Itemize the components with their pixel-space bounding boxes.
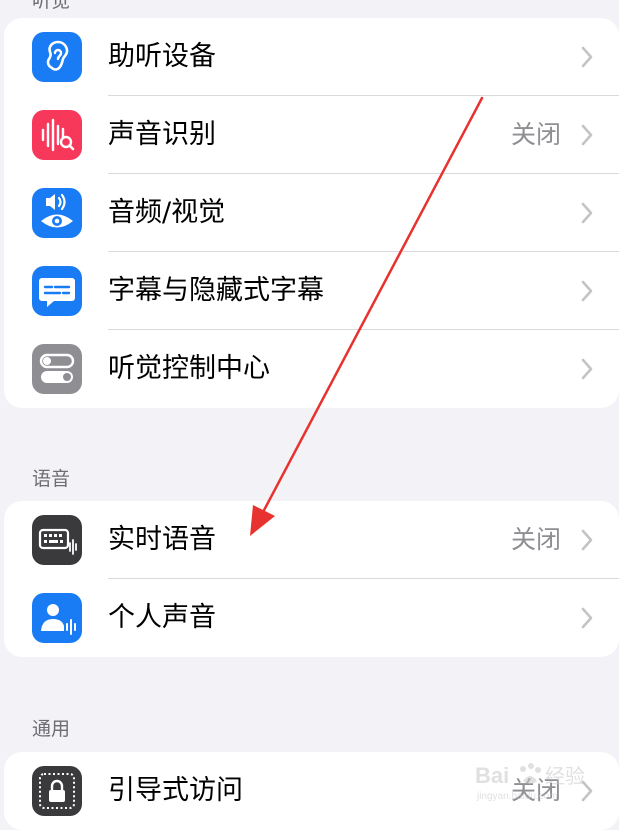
speech-group: 实时语音 关闭 个人声音: [4, 501, 619, 657]
row-label: 引导式访问: [108, 775, 243, 806]
chevron-right-icon: [579, 45, 595, 69]
row-value: 关闭: [510, 525, 561, 554]
row-label: 字幕与隐藏式字幕: [108, 275, 324, 306]
chevron-right-icon: [579, 279, 595, 303]
row-sound-recognition[interactable]: 声音识别 关闭: [4, 96, 619, 174]
row-hearing-control-center[interactable]: 听觉控制中心: [4, 330, 619, 408]
captions-icon: [32, 266, 82, 316]
lock-icon: [32, 766, 82, 816]
ear-icon: [32, 32, 82, 82]
row-live-speech[interactable]: 实时语音 关闭: [4, 501, 619, 579]
section-header-general: 通用: [32, 718, 71, 740]
row-label: 音频/视觉: [108, 197, 226, 228]
row-label: 听觉控制中心: [108, 353, 270, 384]
chevron-right-icon: [579, 528, 595, 552]
row-personal-voice[interactable]: 个人声音: [4, 579, 619, 657]
row-audio-visual[interactable]: 音频/视觉: [4, 174, 619, 252]
person-wave-icon: [32, 593, 82, 643]
row-label: 实时语音: [108, 524, 216, 555]
row-captions[interactable]: 字幕与隐藏式字幕: [4, 252, 619, 330]
section-header-speech: 语音: [32, 468, 71, 490]
row-value: 关闭: [510, 120, 561, 149]
svg-text:经验: 经验: [545, 764, 585, 788]
section-header-hearing: 听觉: [32, 0, 71, 12]
svg-text:Bai: Bai: [475, 763, 509, 788]
svg-text:jingyan.baidu.com: jingyan.baidu.com: [476, 791, 558, 802]
keyboard-wave-icon: [32, 515, 82, 565]
toggles-icon: [32, 344, 82, 394]
row-label: 个人声音: [108, 602, 216, 633]
chevron-right-icon: [579, 606, 595, 630]
chevron-right-icon: [579, 357, 595, 381]
chevron-right-icon: [579, 201, 595, 225]
chevron-right-icon: [579, 123, 595, 147]
row-label: 助听设备: [108, 41, 216, 72]
sound-recognition-icon: [32, 110, 82, 160]
hearing-group: 助听设备 声音识别 关闭 音频/视觉 字幕与隐藏式字幕 听觉控制中心: [4, 18, 619, 408]
audio-visual-icon: [32, 188, 82, 238]
row-hearing-devices[interactable]: 助听设备: [4, 18, 619, 96]
row-label: 声音识别: [108, 119, 216, 150]
watermark-logo: Bai 经验 jingyan.baidu.com: [475, 755, 615, 805]
